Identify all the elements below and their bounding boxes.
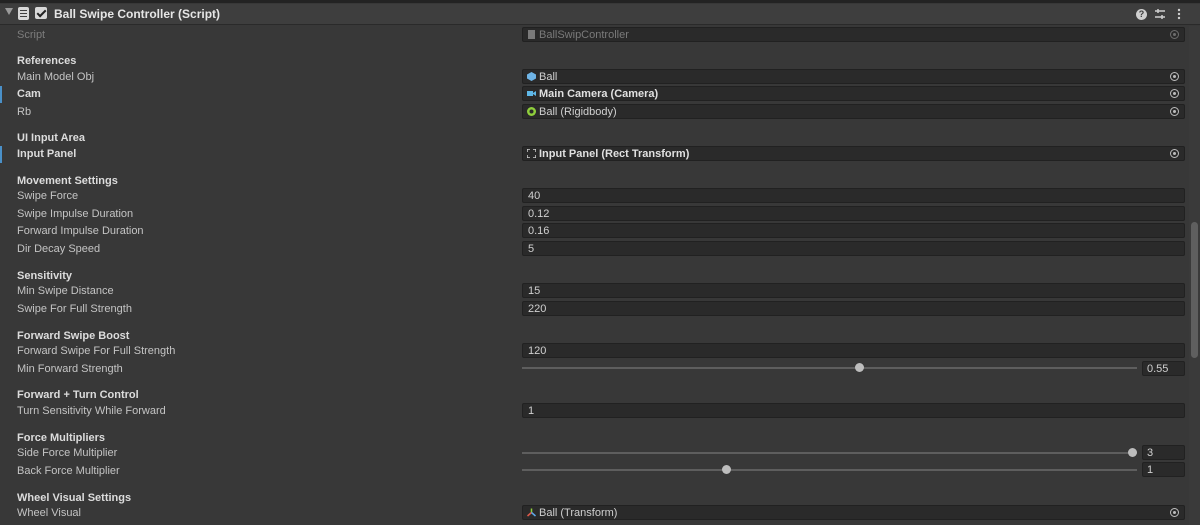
section-forward-turn-control: Forward + Turn Control (17, 389, 139, 401)
back-force-multiplier-label: Back Force Multiplier (17, 465, 120, 477)
swipe-force-label: Swipe Force (17, 190, 79, 202)
swipe-impulse-duration-label: Swipe Impulse Duration (17, 208, 134, 220)
dir-decay-speed-input[interactable]: 5 (522, 241, 1185, 256)
turn-sensitivity-while-forward-input[interactable]: 1 (522, 403, 1185, 418)
main-model-obj-field[interactable]: Ball (522, 69, 1185, 84)
rigidbody-icon (527, 107, 536, 116)
section-sensitivity: Sensitivity (17, 270, 73, 282)
script-field: BallSwipController (522, 27, 1185, 42)
main-model-obj-label: Main Model Obj (17, 71, 95, 83)
object-picker-icon[interactable] (1170, 149, 1179, 158)
kebab-menu-icon[interactable] (1172, 7, 1186, 21)
min-swipe-distance-input[interactable]: 15 (522, 283, 1185, 298)
scrollbar-thumb[interactable] (1191, 222, 1198, 358)
section-ui-input-area: UI Input Area (17, 132, 86, 144)
min-forward-strength-slider-track[interactable] (522, 367, 1137, 369)
object-picker-icon[interactable] (1170, 89, 1179, 98)
forward-impulse-duration-input[interactable]: 0.16 (522, 223, 1185, 238)
top-border (0, 0, 1200, 3)
side-force-multiplier-input[interactable]: 3 (1142, 445, 1185, 460)
vertical-scrollbar[interactable] (1189, 26, 1200, 525)
side-force-multiplier-label: Side Force Multiplier (17, 447, 118, 459)
min-swipe-distance-label: Min Swipe Distance (17, 285, 114, 297)
wheel-visual-label: Wheel Visual (17, 507, 81, 519)
cam-field[interactable]: Main Camera (Camera) (522, 86, 1185, 101)
input-panel-label: Input Panel (17, 148, 77, 160)
selection-marker (0, 146, 2, 163)
object-picker-icon[interactable] (1170, 107, 1179, 116)
transform-icon (527, 508, 536, 517)
section-movement-settings: Movement Settings (17, 175, 118, 187)
section-force-multipliers: Force Multipliers (17, 432, 106, 444)
object-picker-icon[interactable] (1170, 508, 1179, 517)
swipe-impulse-duration-input[interactable]: 0.12 (522, 206, 1185, 221)
swipe-for-full-strength-input[interactable]: 220 (522, 301, 1185, 316)
rb-label: Rb (17, 106, 32, 118)
min-forward-strength-input[interactable]: 0.55 (1142, 361, 1185, 376)
back-force-multiplier-slider-track[interactable] (522, 469, 1137, 471)
foldout-arrow-icon[interactable] (5, 8, 13, 15)
script-label: Script (17, 29, 46, 41)
min-forward-strength-label: Min Forward Strength (17, 363, 123, 375)
enabled-checkbox[interactable] (35, 7, 47, 19)
side-force-multiplier-slider-track[interactable] (522, 452, 1137, 454)
back-force-multiplier-input[interactable]: 1 (1142, 462, 1185, 477)
preset-icon[interactable] (1153, 7, 1167, 21)
forward-swipe-for-full-strength-input[interactable]: 120 (522, 343, 1185, 358)
swipe-for-full-strength-label: Swipe For Full Strength (17, 303, 132, 315)
object-picker-icon (1170, 30, 1179, 39)
min-forward-strength-slider-handle[interactable] (855, 363, 864, 372)
object-picker-icon[interactable] (1170, 72, 1179, 81)
cam-value: Main Camera (Camera) (539, 88, 659, 100)
back-force-multiplier-slider-handle[interactable] (722, 465, 731, 474)
section-forward-swipe-boost: Forward Swipe Boost (17, 330, 130, 342)
turn-sensitivity-while-forward-label: Turn Sensitivity While Forward (17, 405, 166, 417)
dir-decay-speed-label: Dir Decay Speed (17, 243, 101, 255)
forward-impulse-duration-label: Forward Impulse Duration (17, 225, 144, 237)
prefab-model-icon (527, 72, 536, 81)
wheel-visual-value: Ball (Transform) (539, 507, 618, 519)
script-icon (18, 7, 29, 20)
component-title: Ball Swipe Controller (Script) (54, 7, 221, 21)
section-references: References (17, 55, 77, 67)
section-wheel-visual-settings: Wheel Visual Settings (17, 492, 132, 504)
script-value: BallSwipController (539, 29, 629, 41)
camera-icon (527, 91, 536, 96)
main-model-obj-value: Ball (539, 71, 558, 83)
component-header[interactable]: Ball Swipe Controller (Script) ? (0, 4, 1200, 25)
selection-marker (0, 86, 2, 103)
script-asset-icon (528, 30, 535, 39)
help-icon[interactable]: ? (1136, 9, 1147, 20)
rb-field[interactable]: Ball (Rigidbody) (522, 104, 1185, 119)
rb-value: Ball (Rigidbody) (539, 106, 617, 118)
forward-swipe-for-full-strength-label: Forward Swipe For Full Strength (17, 345, 176, 357)
cam-label: Cam (17, 88, 41, 100)
swipe-force-input[interactable]: 40 (522, 188, 1185, 203)
side-force-multiplier-slider-handle[interactable] (1128, 448, 1137, 457)
rect-transform-icon (527, 149, 536, 158)
input-panel-field[interactable]: Input Panel (Rect Transform) (522, 146, 1185, 161)
wheel-visual-field[interactable]: Ball (Transform) (522, 505, 1185, 520)
input-panel-value: Input Panel (Rect Transform) (539, 148, 690, 160)
